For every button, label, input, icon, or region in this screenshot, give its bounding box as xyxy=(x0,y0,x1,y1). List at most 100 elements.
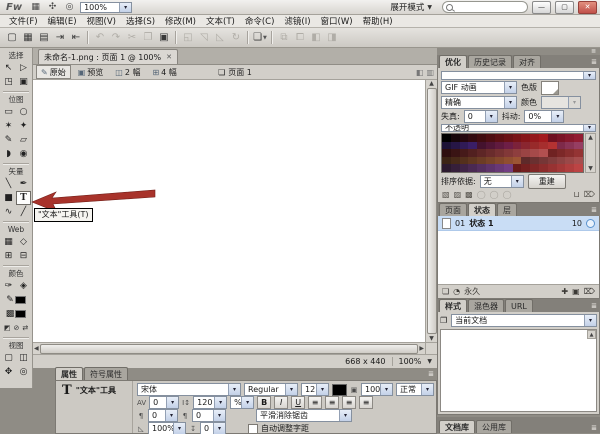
knife-tool[interactable]: ╱ xyxy=(16,205,31,219)
palette-swatch[interactable] xyxy=(574,157,583,165)
vertical-scroll-thumb[interactable] xyxy=(427,88,437,334)
leading-select[interactable]: 120 xyxy=(193,396,227,409)
palette-swatch[interactable] xyxy=(477,149,486,157)
loss-select[interactable]: 0 xyxy=(464,110,498,123)
freeform-tool[interactable]: ∿ xyxy=(1,205,16,219)
style-source-select[interactable]: 当前文档 xyxy=(451,314,597,327)
polygon-hotspot-tool[interactable]: ◇ xyxy=(16,235,31,249)
export-format-select[interactable]: GIF 动画 xyxy=(441,81,517,94)
minimize-button[interactable]: — xyxy=(532,1,551,14)
scroll-up-icon[interactable]: ▲ xyxy=(588,134,593,141)
pen-tool[interactable]: ✒ xyxy=(16,177,31,191)
menu-view[interactable]: 视图(V) xyxy=(82,15,121,27)
palette-swatch[interactable] xyxy=(495,134,504,142)
palette-swatch[interactable] xyxy=(468,157,477,165)
bold-button[interactable]: B xyxy=(257,396,271,409)
palette-swatch[interactable] xyxy=(521,164,530,172)
palette-swatch[interactable] xyxy=(530,164,539,172)
palette-swatch[interactable] xyxy=(504,164,513,172)
palette-swatch[interactable] xyxy=(539,142,548,150)
scroll-up-icon[interactable]: ▲ xyxy=(429,80,434,87)
palette-swatch[interactable] xyxy=(513,134,522,142)
palette-swatch[interactable] xyxy=(495,142,504,150)
brush-tool[interactable]: ✦ xyxy=(16,119,31,133)
palette-swatch[interactable] xyxy=(442,149,451,157)
scroll-down-icon[interactable]: ▼ xyxy=(429,335,434,342)
close-icon[interactable]: ✕ xyxy=(166,53,172,61)
palette-swatch[interactable] xyxy=(504,157,513,165)
palette-swatch[interactable] xyxy=(460,157,469,165)
palette-swatch[interactable] xyxy=(530,142,539,150)
standard-screen-icon[interactable]: ▢ xyxy=(1,351,16,365)
tab-align[interactable]: 对齐 xyxy=(513,55,541,68)
tab-history[interactable]: 历史记录 xyxy=(468,55,512,68)
palette-swatch[interactable] xyxy=(486,142,495,150)
underline-button[interactable]: U xyxy=(291,396,305,409)
optimize-option-icon[interactable]: ▨ xyxy=(454,190,462,199)
palette-swatch[interactable] xyxy=(530,134,539,142)
import-icon[interactable]: ⇥ xyxy=(52,30,68,45)
zoom-select[interactable]: 100% xyxy=(80,2,132,13)
paragraph-spacing-select[interactable]: 0 xyxy=(192,409,226,422)
palette-swatch[interactable] xyxy=(451,149,460,157)
subselection-tool[interactable]: ▷ xyxy=(16,61,31,75)
stroke-color-well[interactable]: ✎ xyxy=(1,293,31,307)
tab-styles[interactable]: 样式 xyxy=(439,299,467,312)
hand-icon[interactable]: ✣ xyxy=(46,2,59,12)
magic-wand-tool[interactable]: ✶ xyxy=(1,119,16,133)
distribute-icon[interactable]: ✚ xyxy=(561,287,568,296)
document-tab[interactable]: 未命名-1.png : 页面 1 @ 100% ✕ xyxy=(38,49,178,64)
palette-swatch[interactable] xyxy=(548,149,557,157)
palette-swatch[interactable] xyxy=(574,164,583,172)
palette-swatch[interactable] xyxy=(565,164,574,172)
full-screen-icon[interactable]: ◫ xyxy=(16,351,31,365)
tab-pages[interactable]: 页面 xyxy=(439,203,467,216)
palette-swatch[interactable] xyxy=(477,164,486,172)
palette-swatch[interactable] xyxy=(442,157,451,165)
transparency-select[interactable]: 不透明 xyxy=(441,124,596,133)
state-delay[interactable]: 10 xyxy=(572,219,582,228)
palette-swatch[interactable] xyxy=(477,134,486,142)
palette-swatch[interactable] xyxy=(548,134,557,142)
tab-properties[interactable]: 属性 xyxy=(55,367,83,380)
menu-edit[interactable]: 编辑(E) xyxy=(43,15,82,27)
color-controls[interactable]: ◩⊘⇄ xyxy=(1,321,31,335)
text-tool[interactable]: T xyxy=(16,191,31,205)
tab-states[interactable]: 状态 xyxy=(468,203,496,216)
palette-swatch[interactable] xyxy=(468,149,477,157)
close-button[interactable]: ✕ xyxy=(578,1,597,14)
palette-swatch[interactable] xyxy=(495,149,504,157)
swatch-scrollbar[interactable]: ▲ ▼ xyxy=(585,133,596,173)
dither-select[interactable]: 0% xyxy=(524,110,564,123)
palette-swatch[interactable] xyxy=(451,134,460,142)
menu-commands[interactable]: 命令(C) xyxy=(240,15,280,27)
styles-list[interactable]: ▲ xyxy=(440,329,597,412)
palette-swatch[interactable] xyxy=(460,142,469,150)
horizontal-scrollbar[interactable]: ◀ ▶ xyxy=(33,342,425,354)
palette-swatch[interactable] xyxy=(557,157,566,165)
indent-select[interactable]: 0 xyxy=(148,409,178,422)
rubber-stamp-tool[interactable]: ◉ xyxy=(16,147,31,161)
states-option-icon[interactable]: ❏ xyxy=(442,287,449,296)
font-style-select[interactable]: Regular xyxy=(244,383,298,396)
align-center-button[interactable]: ≡ xyxy=(325,396,339,409)
vertical-scrollbar[interactable]: ▲ ▼ xyxy=(425,80,437,342)
palette-swatch[interactable] xyxy=(530,157,539,165)
menu-select[interactable]: 选择(S) xyxy=(121,15,160,27)
kerning-select[interactable]: 0 xyxy=(149,396,179,409)
states-option-icon[interactable]: ◔ xyxy=(453,287,460,296)
palette-swatch[interactable] xyxy=(504,142,513,150)
baseline-shift-select[interactable]: 0 xyxy=(200,422,226,434)
delete-state-icon[interactable]: ⌦ xyxy=(584,287,595,296)
crop-tool[interactable]: ▣ xyxy=(16,75,31,89)
palette-swatch[interactable] xyxy=(530,149,539,157)
menu-help[interactable]: 帮助(H) xyxy=(358,15,398,27)
palette-swatch[interactable] xyxy=(574,142,583,150)
palette-swatch[interactable] xyxy=(539,149,548,157)
palette-swatch[interactable] xyxy=(548,142,557,150)
rebuild-button[interactable]: 重建 xyxy=(528,174,566,189)
palette-swatch[interactable] xyxy=(486,157,495,165)
zoom-icon[interactable]: ◎ xyxy=(63,2,76,12)
collapse-icon[interactable]: ≣ xyxy=(591,48,596,55)
palette-swatch[interactable] xyxy=(477,157,486,165)
